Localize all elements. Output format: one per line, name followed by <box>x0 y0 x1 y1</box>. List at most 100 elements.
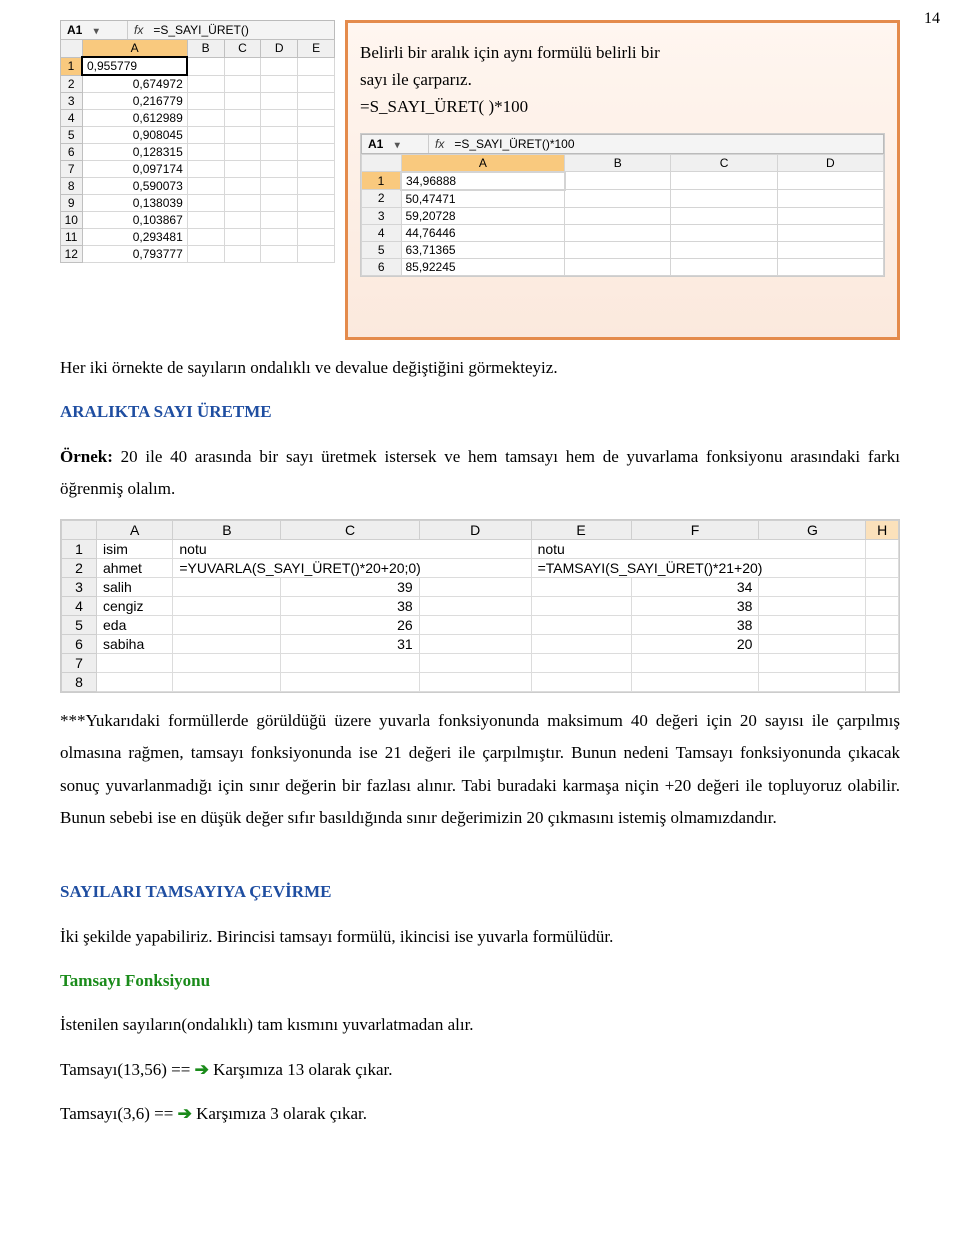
cell: 0,955779 <box>82 57 187 75</box>
row-header: 9 <box>61 195 83 212</box>
chevron-down-icon: ▾ <box>395 140 400 151</box>
cell: sabiha <box>97 635 173 654</box>
column-header: A <box>97 521 173 540</box>
cell: isim <box>97 540 173 559</box>
cell: 0,612989 <box>82 110 187 127</box>
namebox: A1 ▾ <box>362 135 429 153</box>
cell: notu <box>173 540 531 559</box>
callout-line: sayı ile çarparız. <box>360 66 885 93</box>
cell: 34,96888 <box>401 172 565 190</box>
cell <box>419 578 531 597</box>
cell <box>866 559 899 578</box>
namebox-value: A1 <box>67 23 82 37</box>
cell: 63,71365 <box>401 241 565 258</box>
column-header: B <box>173 521 281 540</box>
cell: 31 <box>281 635 419 654</box>
ornek-label: Örnek: <box>60 447 113 466</box>
wide-spreadsheet: A B C D E F G H 1 isim notu notu 2 ahmet… <box>60 519 900 693</box>
row-header: 11 <box>61 229 83 246</box>
arrow-icon: ➔ <box>178 1104 192 1123</box>
cell: 0,590073 <box>82 178 187 195</box>
paragraph: Tamsayı(13,56) == ➔ Karşımıza 13 olarak … <box>60 1054 900 1086</box>
column-header: B <box>187 40 224 58</box>
cell: 38 <box>281 597 419 616</box>
heading-aralikta: ARALIKTA SAYI ÜRETME <box>60 396 900 428</box>
cell: 0,216779 <box>82 93 187 110</box>
cell: 38 <box>631 597 759 616</box>
column-header: D <box>419 521 531 540</box>
select-all-corner <box>62 521 97 540</box>
example-expr: Tamsayı(13,56) == <box>60 1060 190 1079</box>
namebox: A1 ▾ <box>61 21 128 39</box>
cell: =YUVARLA(S_SAYI_ÜRET()*20+20;0) <box>173 559 531 578</box>
column-header: D <box>777 154 883 172</box>
row-header: 5 <box>362 241 402 258</box>
callout-line: Belirli bir aralık için aynı formülü bel… <box>360 39 885 66</box>
cell: 39 <box>281 578 419 597</box>
column-header: G <box>759 521 866 540</box>
paragraph: Her iki örnekte de sayıların ondalıklı v… <box>60 352 900 384</box>
row-header: 4 <box>61 110 83 127</box>
column-header: F <box>631 521 759 540</box>
cell: 0,674972 <box>82 75 187 93</box>
cell: 0,908045 <box>82 127 187 144</box>
fx-icon: fx <box>128 23 149 37</box>
cell: =TAMSAYI(S_SAYI_ÜRET()*21+20) <box>531 559 866 578</box>
example-expr: Tamsayı(3,6) == <box>60 1104 173 1123</box>
select-all-corner <box>61 40 83 58</box>
example-result: Karşımıza 3 olarak çıkar. <box>196 1104 367 1123</box>
paragraph: Tamsayı(3,6) == ➔ Karşımıza 3 olarak çık… <box>60 1098 900 1130</box>
cell: 50,47471 <box>401 190 565 208</box>
cell: 59,20728 <box>401 207 565 224</box>
row-header: 4 <box>62 597 97 616</box>
column-header: B <box>565 154 671 172</box>
row-header: 7 <box>62 654 97 673</box>
row-header: 2 <box>61 75 83 93</box>
row-header: 5 <box>61 127 83 144</box>
cell: cengiz <box>97 597 173 616</box>
column-header: A <box>82 40 187 58</box>
chevron-down-icon: ▾ <box>94 26 99 37</box>
callout-formula: =S_SAYI_ÜRET( )*100 <box>360 93 885 120</box>
row-header: 5 <box>62 616 97 635</box>
column-header: E <box>531 521 631 540</box>
cell: 26 <box>281 616 419 635</box>
heading-tamsayi: Tamsayı Fonksiyonu <box>60 965 900 997</box>
cell: 0,128315 <box>82 144 187 161</box>
cell: 44,76446 <box>401 224 565 241</box>
cell <box>866 578 899 597</box>
namebox-value: A1 <box>368 137 383 151</box>
row-header: 8 <box>61 178 83 195</box>
ornek-text: 20 ile 40 arasında bir sayı üretmek iste… <box>60 447 900 498</box>
fx-icon: fx <box>429 137 450 151</box>
row-header: 2 <box>362 190 402 208</box>
row-header: 10 <box>61 212 83 229</box>
cell: 85,92245 <box>401 258 565 275</box>
row-header: 4 <box>362 224 402 241</box>
column-header: C <box>224 40 261 58</box>
row-header: 6 <box>62 635 97 654</box>
cell <box>531 578 631 597</box>
column-header: D <box>261 40 298 58</box>
arrow-icon: ➔ <box>195 1060 209 1079</box>
row-header: 2 <box>62 559 97 578</box>
row-header: 1 <box>362 172 402 190</box>
cell: notu <box>531 540 866 559</box>
example-result: Karşımıza 13 olarak çıkar. <box>213 1060 392 1079</box>
column-header: H <box>866 521 899 540</box>
row-header: 8 <box>62 673 97 692</box>
cell <box>759 578 866 597</box>
row-header: 1 <box>61 57 83 75</box>
callout-box: Belirli bir aralık için aynı formülü bel… <box>345 20 900 340</box>
paragraph: İstenilen sayıların(ondalıklı) tam kısmı… <box>60 1009 900 1041</box>
cell <box>866 540 899 559</box>
cell: 0,097174 <box>82 161 187 178</box>
cell: eda <box>97 616 173 635</box>
row-header: 6 <box>61 144 83 161</box>
heading-sayilari: SAYILARI TAMSAYIYA ÇEVİRME <box>60 876 900 908</box>
cell <box>187 57 224 75</box>
formula-bar: =S_SAYI_ÜRET() <box>149 23 334 37</box>
formula-bar: =S_SAYI_ÜRET()*100 <box>450 137 883 151</box>
page-number: 14 <box>924 10 940 28</box>
paragraph: ***Yukarıdaki formüllerde görüldüğü üzer… <box>60 705 900 834</box>
